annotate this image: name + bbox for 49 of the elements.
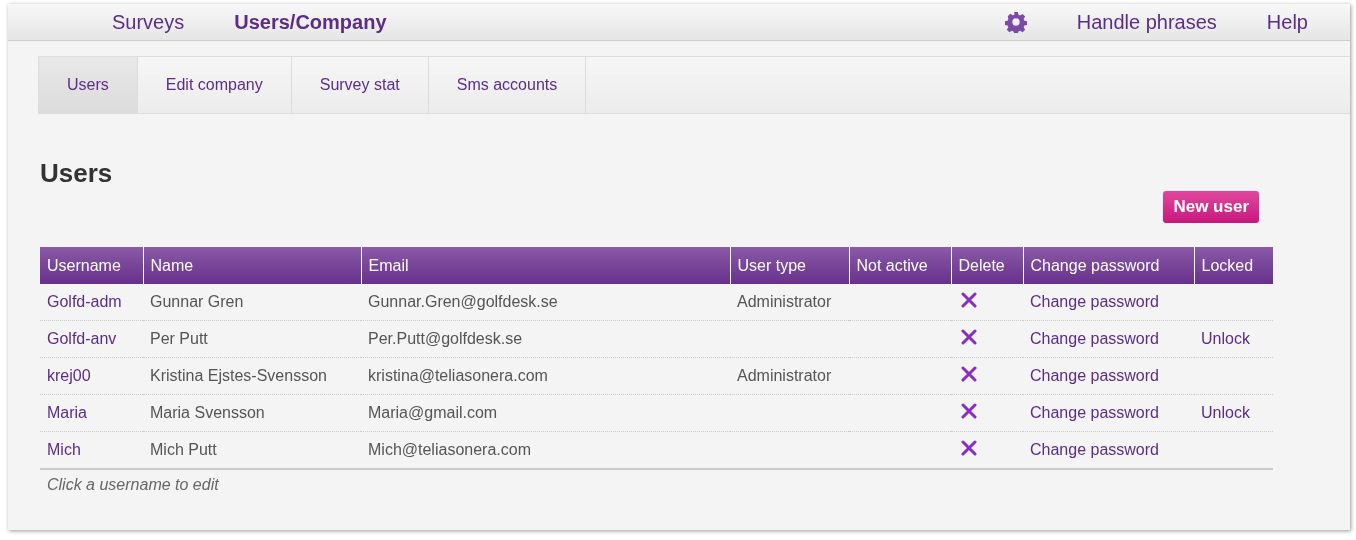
- delete-icon[interactable]: [961, 440, 977, 456]
- username-link[interactable]: Golfd-anv: [47, 330, 117, 347]
- gear-icon[interactable]: [1004, 11, 1027, 33]
- table-cell: Gunnar Gren: [143, 284, 361, 321]
- tab[interactable]: Edit company: [137, 57, 292, 113]
- nav-link[interactable]: Users/Company: [234, 10, 387, 34]
- tab[interactable]: Users: [39, 57, 138, 113]
- hint-text: Click a username to edit: [47, 476, 219, 494]
- username-link[interactable]: krej00: [47, 367, 91, 384]
- nav-link[interactable]: Handle phrases: [1076, 10, 1217, 34]
- username-link[interactable]: Mich: [47, 441, 81, 458]
- tab[interactable]: Sms accounts: [428, 57, 587, 113]
- table-cell: Maria@gmail.com: [361, 394, 730, 432]
- delete-icon[interactable]: [961, 403, 977, 419]
- column-header: User type: [730, 247, 849, 284]
- nav-link[interactable]: Surveys: [112, 10, 185, 34]
- table-cell: Mich@teliasonera.com: [361, 431, 730, 469]
- table-cell: Per Putt: [143, 320, 361, 358]
- table-cell: Gunnar.Gren@golfdesk.se: [361, 284, 730, 321]
- delete-icon[interactable]: [961, 292, 977, 308]
- change-password-link[interactable]: Change password: [1030, 367, 1159, 384]
- unlock-link[interactable]: Unlock: [1201, 330, 1250, 347]
- delete-icon[interactable]: [961, 366, 977, 382]
- change-password-link[interactable]: Change password: [1030, 404, 1159, 421]
- tab[interactable]: Survey stat: [291, 57, 429, 113]
- table-cell: Mich Putt: [143, 431, 361, 469]
- username-link[interactable]: Golfd-adm: [47, 293, 122, 310]
- table-cell: Maria Svensson: [143, 394, 361, 432]
- change-password-link[interactable]: Change password: [1030, 293, 1159, 310]
- table-cell: Administrator: [730, 284, 849, 321]
- nav-link[interactable]: Help: [1266, 10, 1308, 34]
- column-header: Locked: [1194, 247, 1273, 284]
- column-header: Not active: [849, 247, 951, 284]
- change-password-link[interactable]: Change password: [1030, 330, 1159, 347]
- table-cell: Administrator: [730, 357, 849, 395]
- column-header: Change password: [1023, 247, 1194, 284]
- column-header: Email: [361, 247, 730, 284]
- column-header: Name: [143, 247, 361, 284]
- new-user-button[interactable]: New user: [1163, 191, 1259, 223]
- username-link[interactable]: Maria: [47, 404, 87, 421]
- table-cell: Per.Putt@golfdesk.se: [361, 320, 730, 358]
- unlock-link[interactable]: Unlock: [1201, 404, 1250, 421]
- column-header: Delete: [951, 247, 1023, 284]
- table-cell: kristina@teliasonera.com: [361, 357, 730, 395]
- table-cell: Kristina Ejstes-Svensson: [143, 357, 361, 395]
- delete-icon[interactable]: [961, 329, 977, 345]
- page-heading: Users: [40, 158, 113, 189]
- change-password-link[interactable]: Change password: [1030, 441, 1159, 458]
- column-header: Username: [40, 247, 143, 284]
